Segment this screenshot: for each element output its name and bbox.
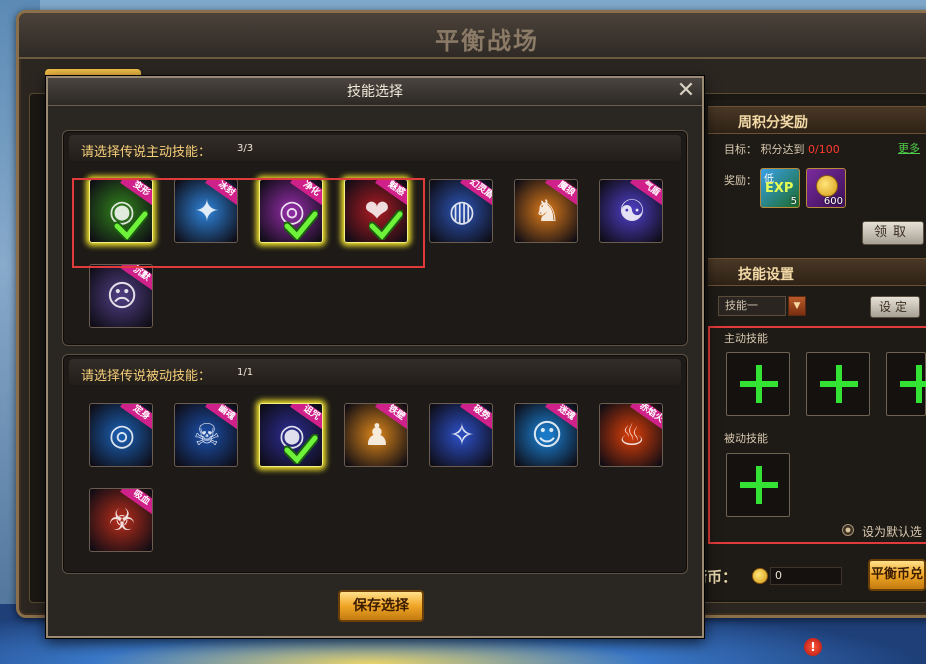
- target-text: 积分达到: [760, 143, 805, 156]
- passive-skill-prompt: 请选择传说被动技能：: [81, 369, 212, 384]
- weekly-reward-title: 周积分奖励: [738, 115, 808, 131]
- alert-icon[interactable]: !: [804, 638, 822, 656]
- right-panel: 周积分奖励 目标： 积分达到 0/100 更多 奖励： 低 EXP 5 600 …: [708, 100, 926, 600]
- weekly-reward-header: 周积分奖励: [708, 106, 926, 134]
- active-slot-3[interactable]: [886, 352, 926, 416]
- battlefield-title: 平衡战场: [435, 26, 539, 55]
- skill-active-5[interactable]: ◍ 幻灵盾: [429, 179, 493, 243]
- passive-skill-section: 请选择传说被动技能： 1/1 ◎ 定身 ☠ 幽魂 ◉ 诅咒 ♟ 铁壁 ✧ 破势 ☺ 迷魂 ♨ 赤焰火 ☣ 吸血: [62, 354, 688, 574]
- modal-title: 技能选择: [48, 78, 702, 106]
- default-radio[interactable]: [842, 524, 854, 536]
- set-button[interactable]: 设定: [870, 296, 920, 318]
- skill-passive-6[interactable]: ☺ 迷魂: [514, 403, 578, 467]
- skill-active-6[interactable]: ♞ 魔狼: [514, 179, 578, 243]
- target-row: 目标： 积分达到 0/100: [724, 141, 840, 157]
- more-link[interactable]: 更多: [898, 140, 920, 156]
- selected-skills-highlight: [72, 178, 425, 268]
- skill-passive-1[interactable]: ◎ 定身: [89, 403, 153, 467]
- claim-button[interactable]: 领取: [862, 221, 924, 245]
- passive-skill-header: 请选择传说被动技能： 1/1: [69, 359, 681, 385]
- active-skill-count: 3/3: [237, 143, 254, 154]
- skill-active-8[interactable]: ☹ 沉默: [89, 264, 153, 328]
- skill-passive-7[interactable]: ♨ 赤焰火: [599, 403, 663, 467]
- target-progress: 0/100: [808, 143, 840, 156]
- skill-passive-3[interactable]: ◉ 诅咒: [259, 403, 323, 467]
- default-option-label: 设为默认选: [862, 525, 923, 539]
- skill-passive-2[interactable]: ☠ 幽魂: [174, 403, 238, 467]
- skill-active-7[interactable]: ☯ 气盾: [599, 179, 663, 243]
- chevron-down-icon[interactable]: ▼: [788, 296, 806, 316]
- reward-exp-count: 5: [790, 196, 797, 207]
- currency-value: 0: [770, 567, 842, 585]
- exchange-button[interactable]: 平衡币兑: [868, 559, 926, 591]
- passive-skill-label: 被动技能: [724, 432, 768, 445]
- active-slot-1[interactable]: [726, 352, 790, 416]
- close-icon[interactable]: ✕: [674, 79, 698, 103]
- reward-exp-label: EXP: [765, 181, 794, 196]
- coin-icon: [752, 568, 768, 584]
- active-skill-header: 请选择传说主动技能： 3/3: [69, 135, 681, 161]
- active-slot-2[interactable]: [806, 352, 870, 416]
- reward-coin-count: 600: [823, 196, 843, 207]
- skill-set-select[interactable]: 技能一: [718, 296, 786, 316]
- coin-icon: [816, 175, 838, 197]
- save-selection-button[interactable]: 保存选择: [338, 590, 424, 622]
- reward-label: 奖励：: [724, 174, 757, 187]
- active-skill-label: 主动技能: [724, 332, 768, 345]
- checkmark-icon: [284, 434, 318, 464]
- reward-exp-item[interactable]: 低 EXP 5: [760, 168, 800, 208]
- battlefield-title-bar: 平衡战场: [19, 13, 926, 59]
- active-skill-prompt: 请选择传说主动技能：: [81, 145, 212, 160]
- passive-skill-count: 1/1: [237, 367, 254, 378]
- target-label: 目标：: [724, 143, 757, 156]
- skill-select-modal: 技能选择 ✕ 请选择传说主动技能： 3/3 ◉ 变形 ✦ 冰封 ◎ 净化 ❤ 魅惑 ◍ 幻灵盾 ♞ 魔…: [46, 76, 704, 638]
- skill-passive-8[interactable]: ☣ 吸血: [89, 488, 153, 552]
- skill-passive-5[interactable]: ✧ 破势: [429, 403, 493, 467]
- skill-settings-title: 技能设置: [738, 267, 794, 283]
- passive-slot-1[interactable]: [726, 453, 790, 517]
- skill-settings-header: 技能设置: [708, 258, 926, 286]
- skill-passive-4[interactable]: ♟ 铁壁: [344, 403, 408, 467]
- reward-coin-item[interactable]: 600: [806, 168, 846, 208]
